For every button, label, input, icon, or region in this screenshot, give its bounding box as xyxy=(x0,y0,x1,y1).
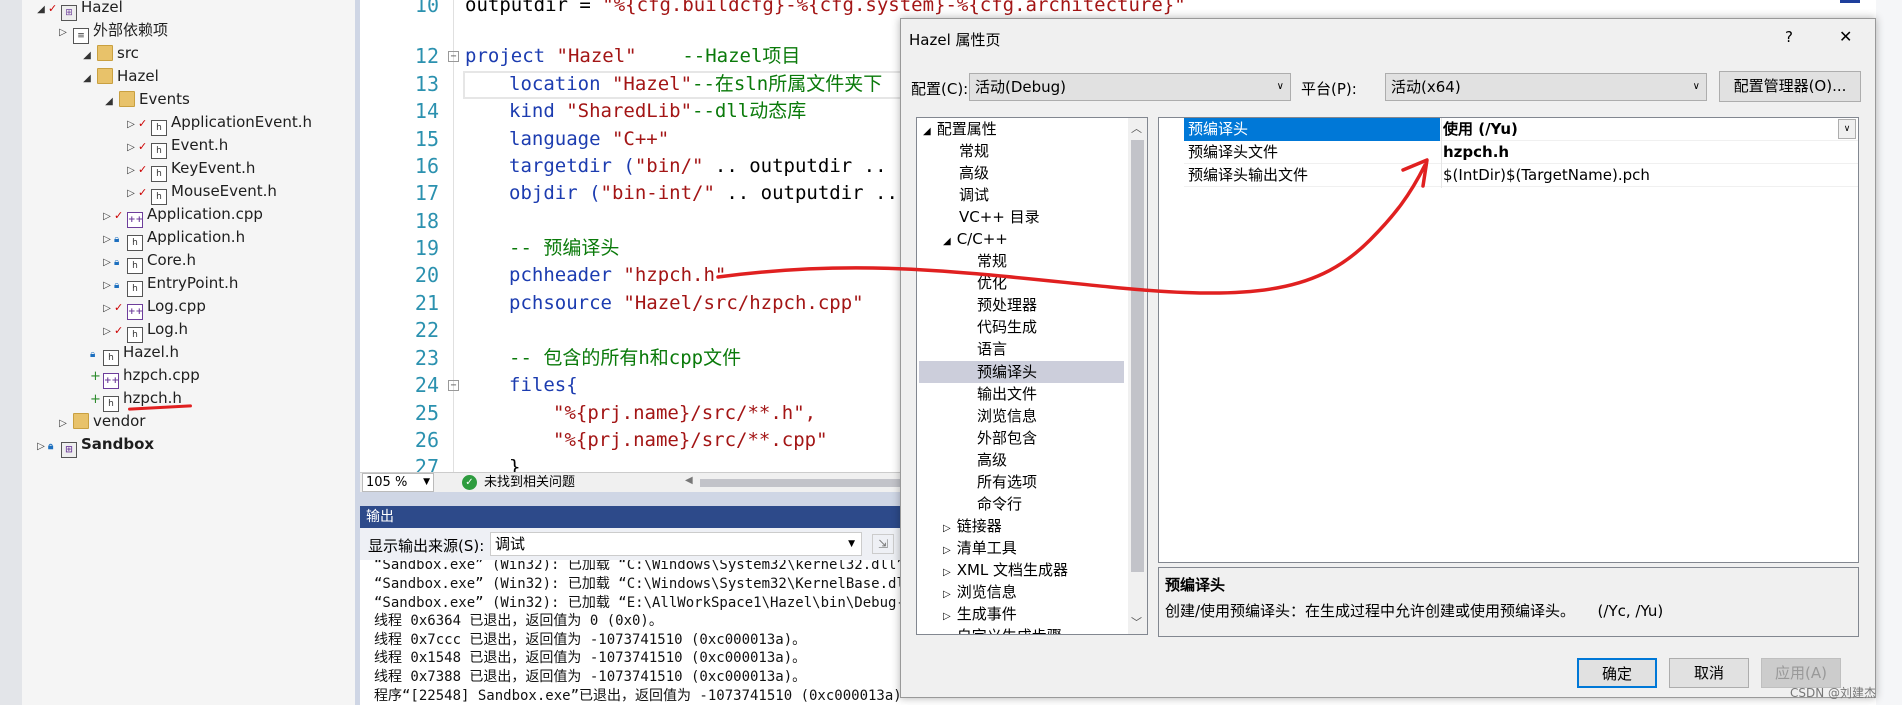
watermark: CSDN @刘建杰 xyxy=(1790,686,1877,700)
annotation-arrow xyxy=(716,158,1429,295)
